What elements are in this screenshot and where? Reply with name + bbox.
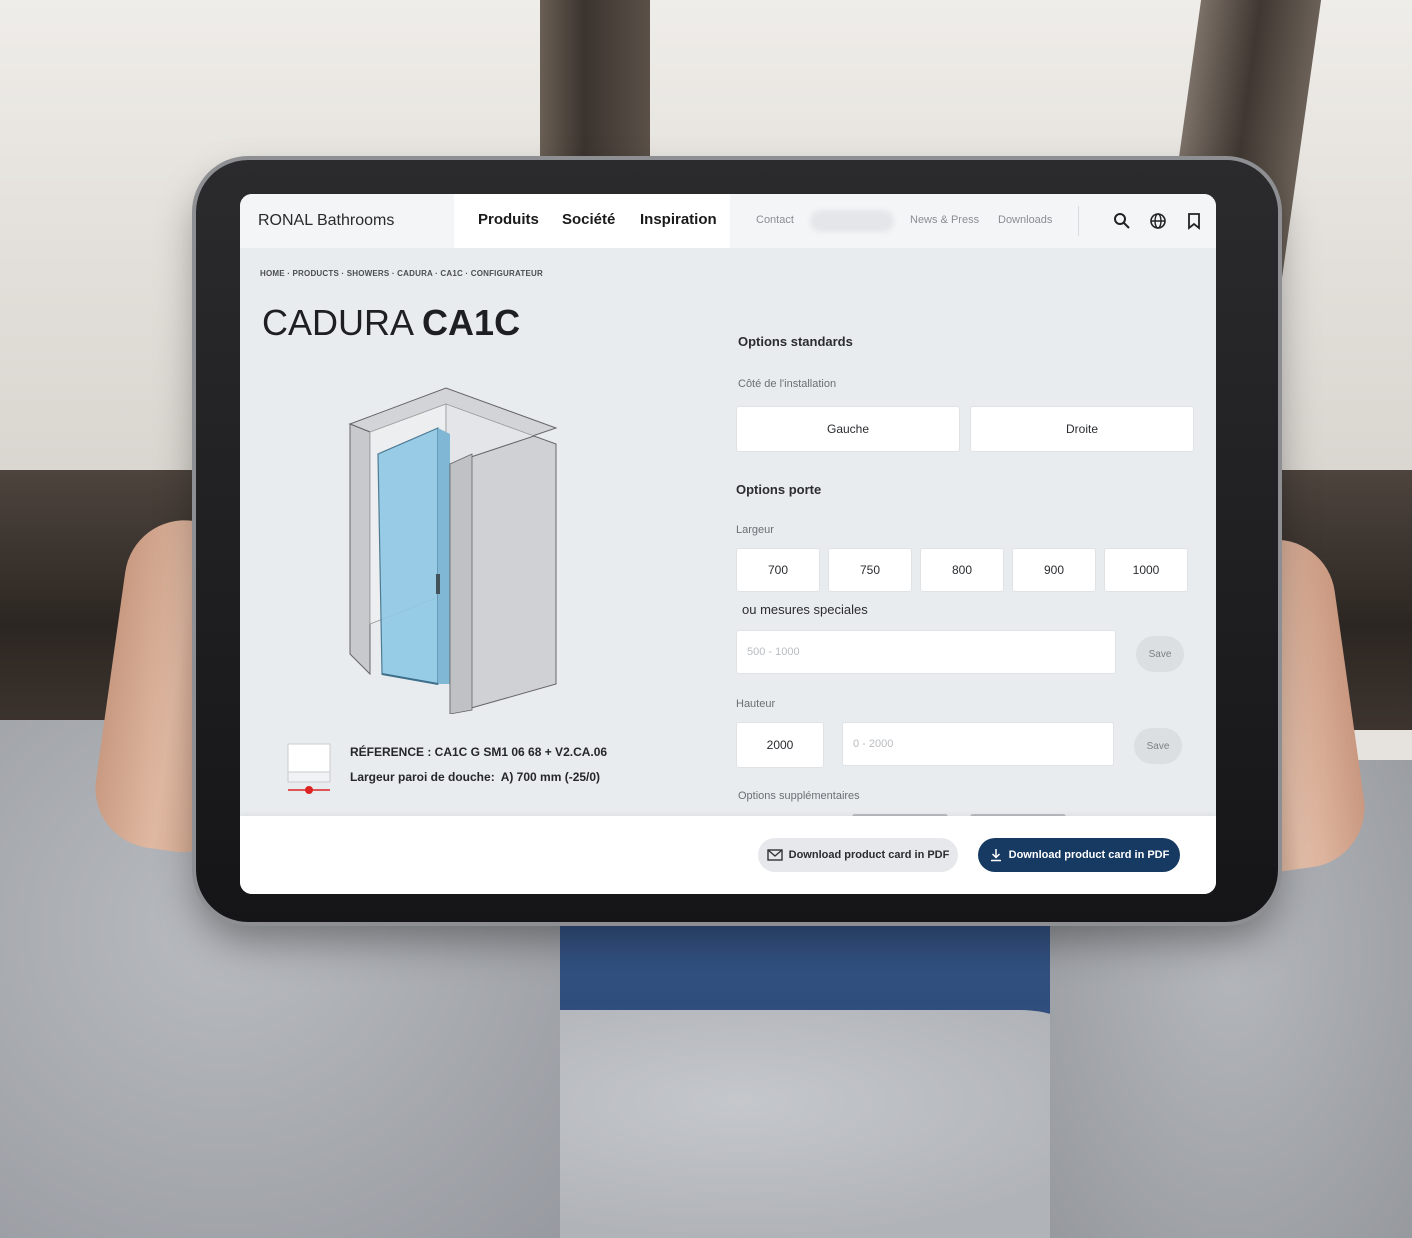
page-title: CADURA CA1C (262, 302, 521, 343)
product-reference: RÉFERENCE : CA1C G SM1 06 68 + V2.CA.06 (350, 745, 608, 759)
nav-societe[interactable]: Société (562, 211, 615, 228)
nav-produits[interactable]: Produits (478, 211, 539, 228)
width-1000[interactable]: 1000 (1104, 548, 1188, 592)
header-divider (1078, 206, 1079, 236)
mail-icon (766, 849, 783, 861)
special-measures-label: ou mesures speciales (742, 602, 868, 617)
special-height-input[interactable]: 0 - 2000 (842, 722, 1114, 766)
tablet-screen: RONAL Bathrooms Produits Société Inspira… (240, 194, 1216, 894)
blurred-nav-item (810, 210, 894, 232)
nav-downloads[interactable]: Downloads (998, 214, 1052, 226)
special-width-input[interactable]: 500 - 1000 (736, 630, 1116, 674)
nav-inspiration[interactable]: Inspiration (640, 211, 717, 228)
nav-contact[interactable]: Contact (756, 214, 794, 226)
height-2000[interactable]: 2000 (736, 722, 824, 768)
door-options-title: Options porte (736, 482, 822, 497)
additional-options-label: Options supplémentaires (738, 790, 860, 802)
option-gauche[interactable]: Gauche (736, 406, 960, 452)
download-icon (990, 849, 1001, 862)
tablet: RONAL Bathrooms Produits Société Inspira… (196, 160, 1278, 922)
main-nav: Produits Société Inspiration (454, 194, 730, 248)
download-pdf-outline-button[interactable]: Download product card in PDF (758, 838, 958, 872)
width-label: Largeur (736, 524, 774, 536)
bookmark-icon[interactable] (1184, 211, 1204, 231)
shower-wall-width: Largeur paroi de douche: A) 700 mm (-25/0… (350, 770, 601, 784)
globe-icon[interactable] (1148, 211, 1168, 231)
search-icon[interactable] (1112, 211, 1132, 231)
installation-side-label: Côté de l'installation (738, 378, 837, 390)
save-width-button[interactable]: Save (1136, 636, 1184, 672)
brand-logo[interactable]: RONAL Bathrooms (258, 212, 394, 230)
height-label: Hauteur (736, 698, 776, 710)
standard-options-title: Options standards (738, 334, 853, 349)
width-750[interactable]: 750 (828, 548, 912, 592)
shower-enclosure-illustration (348, 387, 558, 714)
option-droite[interactable]: Droite (970, 406, 1194, 452)
breadcrumb[interactable]: HOME · PRODUCTS · SHOWERS · CADURA · CA1… (260, 269, 543, 278)
download-pdf-primary-button[interactable]: Download product card in PDF (978, 838, 1180, 872)
width-diagram-thumbnail[interactable] (284, 740, 334, 796)
sticky-download-bar: Download product card in PDF Download pr… (240, 816, 1216, 894)
width-800[interactable]: 800 (920, 548, 1004, 592)
width-700[interactable]: 700 (736, 548, 820, 592)
width-900[interactable]: 900 (1012, 548, 1096, 592)
save-height-button[interactable]: Save (1134, 728, 1182, 764)
site-header: RONAL Bathrooms Produits Société Inspira… (240, 194, 1216, 248)
nav-news-press[interactable]: News & Press (910, 214, 979, 226)
